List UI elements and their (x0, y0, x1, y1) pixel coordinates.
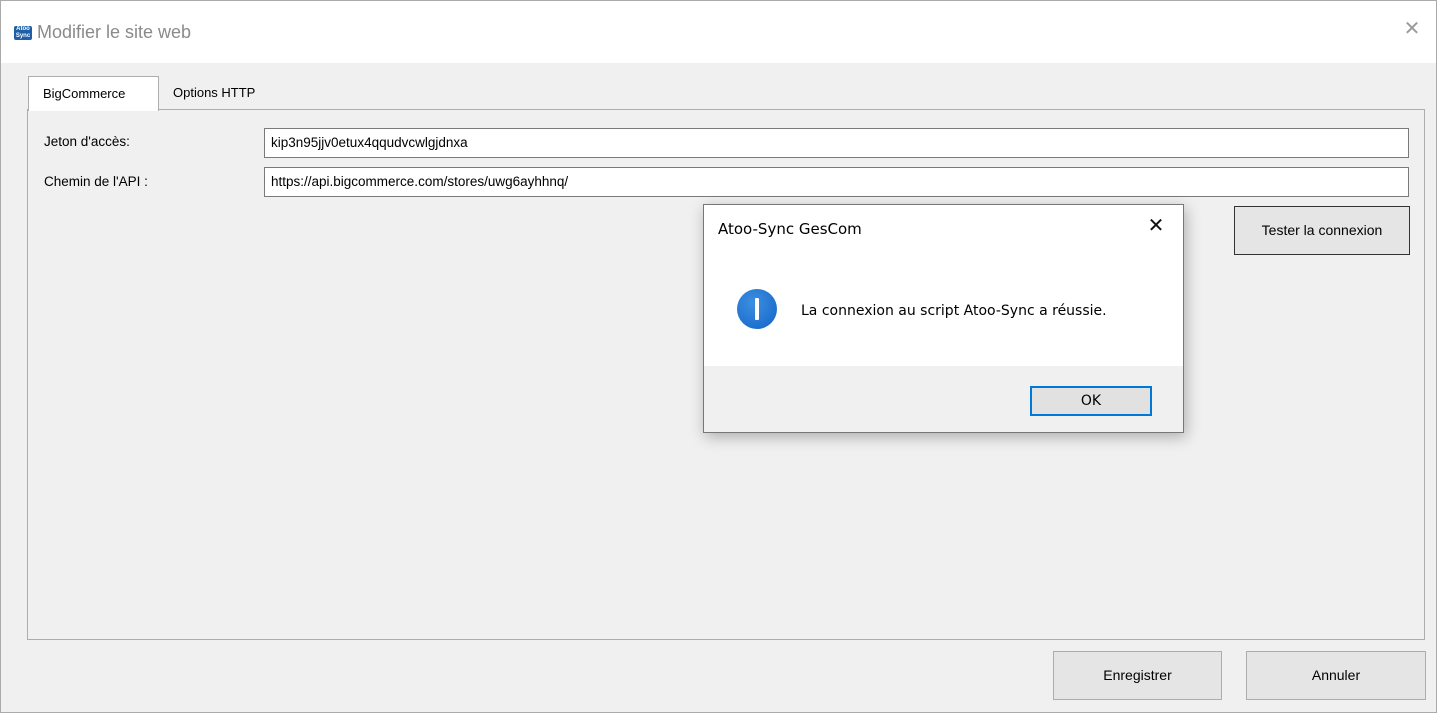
save-button[interactable]: Enregistrer (1053, 651, 1222, 700)
window-title: Modifier le site web (37, 22, 192, 42)
dialog-message: La connexion au script Atoo-Sync a réuss… (801, 303, 1107, 319)
access-token-input[interactable]: kip3n95jjv0etux4qqudvcwlgjdnxa (264, 128, 1409, 158)
close-icon[interactable]: ✕ (1402, 19, 1422, 39)
cancel-button[interactable]: Annuler (1246, 651, 1426, 700)
title-bar: Atoo Sync Modifier le site web ✕ (1, 1, 1436, 63)
api-path-label: Chemin de l'API : (44, 174, 148, 189)
access-token-label: Jeton d'accès: (44, 134, 130, 149)
dialog-close-icon[interactable]: ✕ (1146, 216, 1166, 236)
tab-options-http[interactable]: Options HTTP (159, 76, 277, 110)
dialog-title: Atoo-Sync GesCom (718, 220, 862, 238)
ok-button[interactable]: OK (1030, 386, 1152, 416)
atoo-sync-app-icon: Atoo Sync (14, 26, 32, 40)
api-path-input[interactable]: https://api.bigcommerce.com/stores/uwg6a… (264, 167, 1409, 197)
test-connection-button[interactable]: Tester la connexion (1234, 206, 1410, 255)
tab-bigcommerce[interactable]: BigCommerce (28, 76, 159, 111)
message-dialog: Atoo-Sync GesCom ✕ La connexion au scrip… (703, 204, 1184, 433)
info-icon (737, 289, 777, 329)
